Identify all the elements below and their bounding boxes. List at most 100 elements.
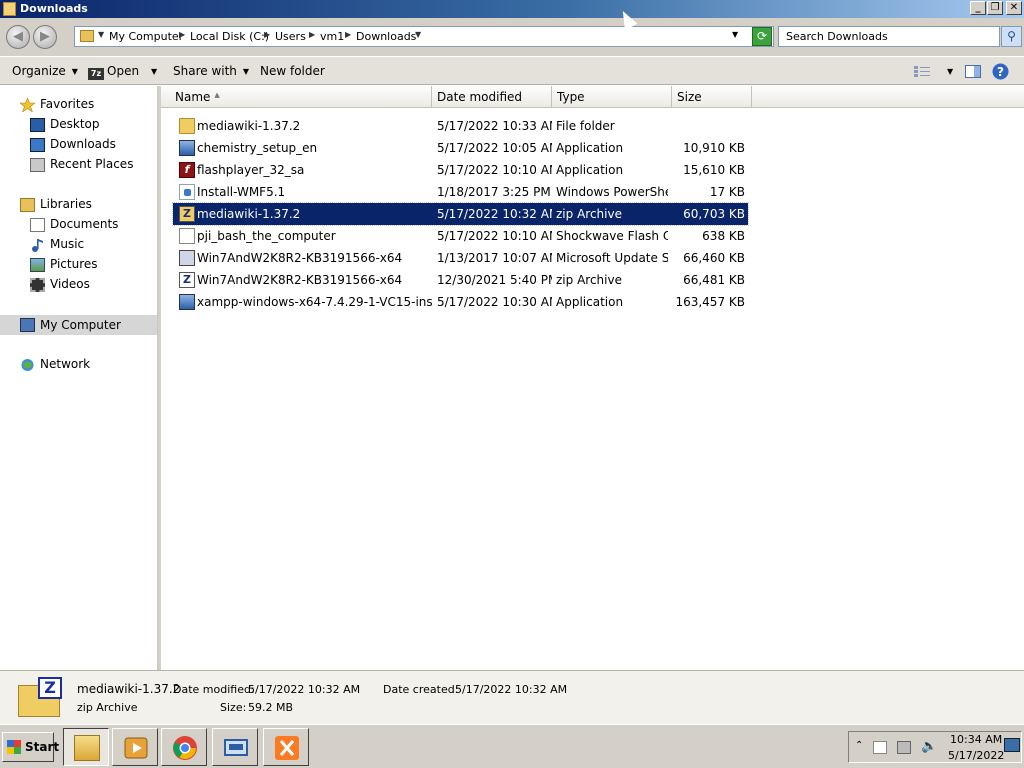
network-status-icon[interactable] [897, 741, 911, 754]
breadcrumb-separator-icon[interactable]: ▶ [179, 30, 185, 39]
new-folder-button[interactable]: New folder [260, 64, 325, 78]
action-center-icon[interactable] [873, 741, 887, 754]
nav-desktop-label: Desktop [50, 117, 100, 131]
show-desktop-icon[interactable] [1004, 738, 1020, 752]
explorer-icon [74, 735, 100, 761]
breadcrumb-separator-icon[interactable]: ▶ [264, 30, 270, 39]
breadcrumb-separator-icon[interactable]: ▶ [345, 30, 351, 39]
file-size: 66,460 KB [683, 251, 745, 265]
document-icon [179, 228, 195, 244]
column-header-date-modified[interactable]: Date modified [432, 86, 552, 108]
nav-my-computer[interactable]: My Computer [0, 315, 157, 335]
nav-documents-label: Documents [50, 217, 119, 231]
recent-places-icon [30, 158, 45, 172]
file-type: Application [556, 295, 624, 309]
nav-network[interactable]: Network [0, 356, 157, 374]
search-input[interactable]: Search Downloads [778, 26, 1000, 47]
file-name: pji_bash_the_computer [197, 229, 336, 243]
nav-favorites[interactable]: Favorites [0, 96, 157, 114]
file-size: 10,910 KB [683, 141, 745, 155]
clock-time[interactable]: 10:34 AM [950, 733, 1002, 746]
nav-libraries[interactable]: Libraries [0, 196, 157, 214]
file-row[interactable]: pji_bash_the_computer 5/17/2022 10:10 AM… [173, 225, 748, 247]
nav-my-computer-label: My Computer [40, 318, 121, 332]
file-row[interactable]: xampp-windows-x64-7.4.29-1-VC15-installe… [173, 291, 748, 313]
open-label: Open [107, 64, 140, 78]
address-bar[interactable]: ▼ My Computer ▶ Local Disk (C:) ▶ Users … [74, 26, 774, 47]
breadcrumb-users[interactable]: Users [275, 30, 306, 43]
clock-date[interactable]: 5/17/2022 [948, 749, 1004, 762]
change-view-icon[interactable] [914, 65, 930, 78]
breadcrumb-vm1[interactable]: vm1 [320, 30, 344, 43]
file-row[interactable]: Z Win7AndW2K8R2-KB3191566-x64 12/30/2021… [173, 269, 748, 291]
help-icon[interactable]: ? [992, 63, 1009, 80]
file-type: zip Archive [556, 273, 622, 287]
navigation-pane: Favorites Desktop Downloads Recent Place… [0, 86, 158, 670]
taskbar-media-player-button[interactable] [112, 728, 158, 766]
refresh-button[interactable]: ⟳ [752, 27, 772, 46]
taskbar-remote-desktop-button[interactable] [212, 728, 258, 766]
volume-icon[interactable]: 🔈 [921, 739, 937, 754]
file-name: mediawiki-1.37.2 [197, 207, 301, 221]
column-header-type[interactable]: Type [552, 86, 672, 108]
file-name: xampp-windows-x64-7.4.29-1-VC15-installe… [197, 295, 432, 309]
details-file-name: mediawiki-1.37.2 [77, 682, 181, 696]
start-button[interactable]: Start [2, 732, 59, 762]
breadcrumb-downloads[interactable]: Downloads [356, 30, 416, 43]
file-row[interactable]: Win7AndW2K8R2-KB3191566-x64 1/13/2017 10… [173, 247, 748, 269]
back-button[interactable]: ◀ [6, 25, 30, 49]
flash-icon: f [179, 162, 195, 178]
details-date-modified: 5/17/2022 10:32 AM [248, 683, 361, 696]
breadcrumb-separator-icon[interactable]: ▼ [98, 30, 104, 39]
forward-button[interactable]: ▶ [33, 25, 57, 49]
nav-music[interactable]: Music [0, 236, 157, 254]
nav-downloads-label: Downloads [50, 137, 116, 151]
address-row: ◀ ▶ ▼ My Computer ▶ Local Disk (C:) ▶ Us… [0, 18, 1024, 56]
minimize-button[interactable]: _ [970, 1, 986, 15]
nav-pictures-label: Pictures [50, 257, 98, 271]
file-size: 638 KB [702, 229, 745, 243]
nav-documents[interactable]: Documents [0, 216, 157, 234]
breadcrumb-my-computer[interactable]: My Computer [109, 30, 183, 43]
nav-network-label: Network [40, 357, 91, 371]
nav-desktop[interactable]: Desktop [0, 116, 157, 134]
nav-videos[interactable]: Videos [0, 276, 157, 294]
file-row-selected[interactable]: Z mediawiki-1.37.2 5/17/2022 10:32 AM zi… [172, 202, 749, 226]
nav-downloads[interactable]: Downloads [0, 136, 157, 154]
taskbar-explorer-button[interactable] [63, 728, 109, 766]
title-bar[interactable]: Downloads _ ❐ ✕ [0, 0, 1024, 18]
organize-button[interactable]: Organize ▼ [12, 64, 78, 78]
close-button[interactable]: ✕ [1006, 1, 1022, 15]
downloads-icon [30, 138, 45, 152]
file-row[interactable]: Install-WMF5.1 1/18/2017 3:25 PM Windows… [173, 181, 748, 203]
open-dropdown-icon[interactable]: ▼ [145, 64, 157, 78]
taskbar-chrome-button[interactable] [161, 728, 207, 766]
column-header-size[interactable]: Size [672, 86, 752, 108]
file-list: Name ▲ Date modified Type Size mediawiki-… [161, 86, 1024, 670]
show-hidden-icons-icon[interactable]: ⌃ [855, 740, 863, 751]
column-header-name[interactable]: Name ▲ [161, 86, 432, 108]
address-history-dropdown-icon[interactable]: ▼ [732, 30, 738, 39]
open-button[interactable]: 7z Open [88, 64, 139, 80]
file-type: Shockwave Flash O... [556, 229, 668, 243]
share-with-button[interactable]: Share with ▼ [173, 64, 249, 78]
restore-button[interactable]: ❐ [987, 1, 1003, 15]
more-views-dropdown-icon[interactable]: ▼ [941, 64, 953, 78]
breadcrumb-separator-icon[interactable]: ▼ [415, 30, 421, 39]
nav-recent-places[interactable]: Recent Places [0, 156, 157, 174]
command-bar: Organize ▼ 7z Open ▼ Share with ▼ New folde… [0, 56, 1024, 85]
powershell-script-icon [179, 184, 195, 200]
file-row[interactable]: chemistry_setup_en 5/17/2022 10:05 AM Ap… [173, 137, 748, 159]
preview-pane-icon[interactable] [965, 65, 981, 78]
breadcrumb-local-disk[interactable]: Local Disk (C:) [190, 30, 269, 43]
file-row[interactable]: f flashplayer_32_sa 5/17/2022 10:10 AM A… [173, 159, 748, 181]
file-row[interactable]: mediawiki-1.37.2 5/17/2022 10:33 AM File… [173, 115, 748, 137]
file-date-modified: 5/17/2022 10:10 AM [437, 163, 552, 177]
videos-icon [30, 278, 45, 292]
search-icon[interactable]: ⚲ [1001, 26, 1022, 47]
nav-pictures[interactable]: Pictures [0, 256, 157, 274]
breadcrumb-separator-icon[interactable]: ▶ [309, 30, 315, 39]
file-date-modified: 1/18/2017 3:25 PM [437, 185, 551, 199]
file-type: Application [556, 141, 624, 155]
taskbar-xampp-button[interactable] [263, 728, 309, 766]
